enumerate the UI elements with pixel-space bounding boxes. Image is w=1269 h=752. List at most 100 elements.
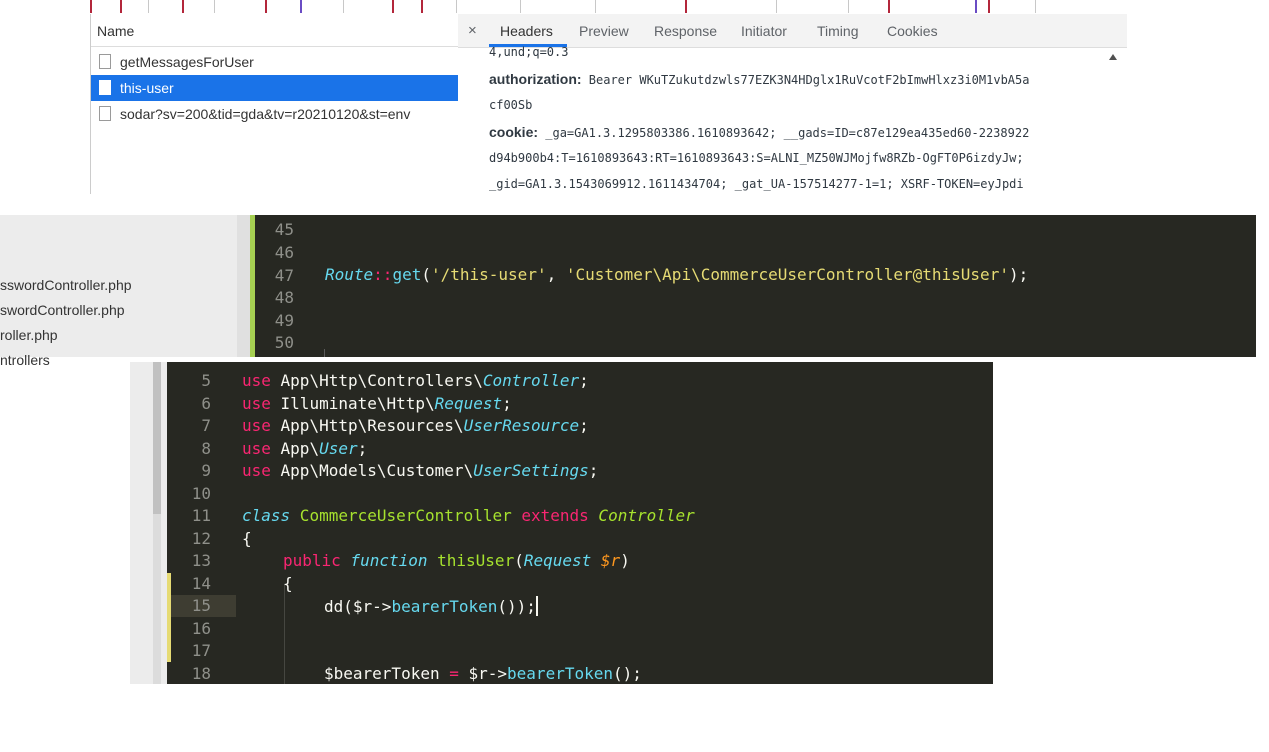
line-number: 6 bbox=[201, 394, 211, 413]
class-declaration: class CommerceUserController extends Con… bbox=[242, 506, 695, 525]
line-number: 46 bbox=[274, 243, 294, 262]
file-tree-item[interactable]: sswordController.php bbox=[0, 277, 132, 293]
code-token: ; bbox=[588, 461, 599, 480]
file-tree-item[interactable]: ntrollers bbox=[0, 352, 50, 368]
text-cursor bbox=[535, 596, 538, 616]
line-number: 18 bbox=[191, 664, 211, 683]
code-token: '/this-user' bbox=[430, 265, 547, 284]
line-number: 8 bbox=[201, 439, 211, 458]
code-token: ()); bbox=[497, 597, 536, 616]
code-token: function bbox=[340, 551, 428, 570]
code-token: ; bbox=[357, 439, 368, 458]
code-token: use bbox=[242, 416, 271, 435]
line-number-active: 15 bbox=[191, 596, 211, 615]
file-tree-item[interactable]: swordController.php bbox=[0, 302, 125, 318]
code-token: (); bbox=[613, 664, 642, 683]
code-token: Controller bbox=[482, 371, 580, 390]
file-tree-item[interactable]: roller.php bbox=[0, 327, 58, 343]
code-token: bearerToken bbox=[391, 597, 498, 616]
code-token: ) bbox=[620, 551, 630, 570]
code-token: class bbox=[242, 506, 291, 525]
code-token: thisUser bbox=[427, 551, 515, 570]
tab-initiator[interactable]: Initiator bbox=[741, 14, 787, 47]
sidebar-divider[interactable] bbox=[237, 215, 250, 357]
line-number: 48 bbox=[274, 288, 294, 307]
use-statement: use Illuminate\Http\Request; bbox=[242, 394, 512, 413]
line-number: 12 bbox=[191, 529, 211, 548]
header-value: d94b900b4:T=1610893643:RT=1610893643:S=A… bbox=[489, 151, 1024, 165]
code-token: Illuminate\Http\ bbox=[270, 394, 435, 413]
code-token: ; bbox=[579, 416, 589, 435]
use-statement: use App\User; bbox=[242, 439, 367, 458]
line-number: 14 bbox=[191, 574, 211, 593]
tab-response[interactable]: Response bbox=[654, 14, 717, 47]
dd-statement: dd($r->bearerToken()); bbox=[324, 596, 538, 616]
code-token: UserResource bbox=[463, 416, 580, 435]
controller-editor-window: 5 6 7 8 9 10 11 12 13 14 15 16 17 18 use… bbox=[130, 362, 993, 684]
header-authorization: authorization: Bearer WKuTZukutdzwls77EZ… bbox=[489, 71, 1029, 87]
code-token: App\Http\Controllers\ bbox=[270, 371, 483, 390]
indent-guide bbox=[324, 349, 325, 357]
name-column-header[interactable]: Name bbox=[91, 14, 458, 47]
line-number: 16 bbox=[191, 619, 211, 638]
header-value: cf00Sb bbox=[489, 98, 533, 112]
tab-timing[interactable]: Timing bbox=[817, 14, 859, 47]
line-number: 11 bbox=[191, 506, 211, 525]
tab-headers[interactable]: Headers bbox=[500, 14, 553, 47]
code-token: dd bbox=[324, 597, 344, 616]
code-token: ; bbox=[579, 371, 589, 390]
code-token: $r-> bbox=[468, 664, 508, 683]
controller-code-area[interactable]: 5 6 7 8 9 10 11 12 13 14 15 16 17 18 use… bbox=[167, 362, 993, 684]
code-token: App\Http\Resources\ bbox=[270, 416, 464, 435]
code-token: use bbox=[242, 394, 271, 413]
code-token: :: bbox=[373, 265, 393, 284]
line-number: 10 bbox=[191, 484, 211, 503]
code-token: ; bbox=[502, 394, 512, 413]
line-number: 13 bbox=[191, 551, 211, 570]
use-statement: use App\Http\Controllers\Controller; bbox=[242, 371, 589, 390]
line-number: 5 bbox=[201, 371, 211, 390]
network-timeline-strip[interactable] bbox=[90, 0, 1127, 15]
header-key: cookie: bbox=[489, 124, 539, 140]
request-row-selected[interactable]: this-user bbox=[91, 75, 458, 101]
line-number: 7 bbox=[201, 416, 211, 435]
line-number: 49 bbox=[274, 311, 294, 330]
code-token: Request bbox=[434, 394, 503, 413]
header-value: Bearer WKuTZukutdzwls77EZK3N4HDglx1RuVco… bbox=[581, 73, 1030, 87]
indent-guide bbox=[284, 584, 285, 684]
close-icon[interactable]: × bbox=[468, 14, 477, 48]
details-tab-bar: × Headers Preview Response Initiator Tim… bbox=[458, 14, 1127, 48]
scrollbar-thumb[interactable] bbox=[153, 362, 161, 514]
code-token: Controller bbox=[588, 506, 695, 525]
code-token: App\ bbox=[270, 439, 320, 458]
use-statement: use App\Models\Customer\UserSettings; bbox=[242, 461, 598, 480]
header-key: authorization: bbox=[489, 71, 582, 87]
code-token: get bbox=[392, 265, 422, 284]
document-icon bbox=[99, 80, 111, 95]
code-token: public bbox=[283, 551, 341, 570]
tab-preview[interactable]: Preview bbox=[579, 14, 629, 47]
devtools-network-panel: Name getMessagesForUser this-user sodar?… bbox=[0, 0, 1127, 194]
request-details-pane: × Headers Preview Response Initiator Tim… bbox=[458, 14, 1127, 194]
code-token: use bbox=[242, 439, 271, 458]
line-number: 47 bbox=[274, 266, 294, 285]
code-token: $r bbox=[600, 551, 621, 570]
scroll-up-arrow-icon[interactable] bbox=[1109, 54, 1117, 60]
editor-side-panel bbox=[130, 362, 167, 684]
header-value: _ga=GA1.3.1295803386.1610893642; __gads=… bbox=[538, 126, 1030, 140]
code-token: use bbox=[242, 371, 271, 390]
code-token: 'Customer\Api\CommerceUserController@thi… bbox=[565, 265, 1009, 284]
request-row[interactable]: sodar?sv=200&tid=gda&tv=r20210120&st=env bbox=[91, 101, 458, 127]
tab-cookies[interactable]: Cookies bbox=[887, 14, 938, 47]
method-declaration: public function thisUser(Request $r) bbox=[283, 551, 630, 570]
line-number: 17 bbox=[191, 641, 211, 660]
code-token: User bbox=[319, 439, 358, 458]
code-token: bearerToken bbox=[507, 664, 613, 683]
document-icon bbox=[99, 54, 111, 69]
request-list: Name getMessagesForUser this-user sodar?… bbox=[90, 14, 459, 194]
request-row[interactable]: getMessagesForUser bbox=[91, 49, 458, 75]
routes-code-area[interactable]: 45 46 47 48 49 50 Route::get('/this-user… bbox=[250, 215, 1256, 357]
code-token: extends bbox=[511, 506, 589, 525]
routes-editor-window: sswordController.php swordController.php… bbox=[0, 215, 1256, 368]
